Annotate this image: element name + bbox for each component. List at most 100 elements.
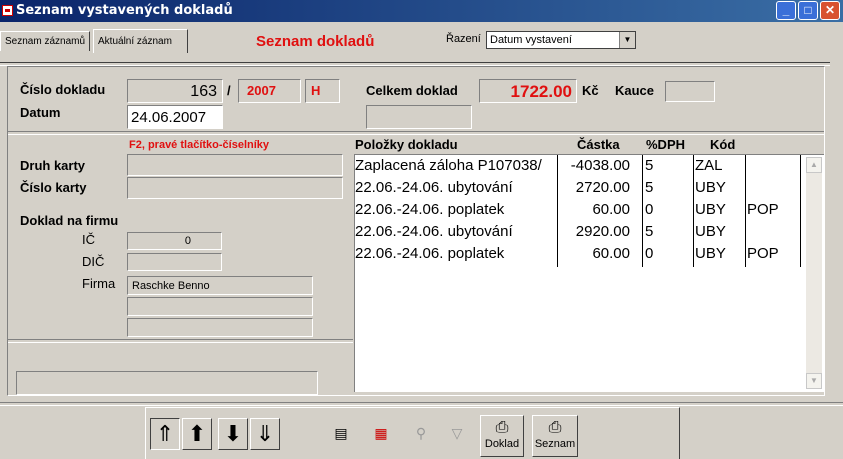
sort-label: Řazení <box>446 33 481 45</box>
company-name-field[interactable]: Raschke Benno <box>127 276 313 295</box>
date-field[interactable]: 24.06.2007 <box>127 105 223 129</box>
number-separator: / <box>227 83 231 98</box>
cell-code: UBY <box>695 223 726 240</box>
deposit-label: Kauce <box>615 83 655 98</box>
printer-icon: ⎙ <box>548 419 562 436</box>
cell-code2 <box>747 155 799 177</box>
chevron-down-icon[interactable]: ▼ <box>619 32 635 48</box>
ic-label: IČ <box>82 232 95 247</box>
close-button[interactable]: ✕ <box>820 1 840 20</box>
cell-code: UBY <box>695 201 726 218</box>
items-header: Položky dokladu Částka %DPH Kód <box>355 137 815 155</box>
cell-vat: 0 <box>645 201 654 218</box>
scroll-up-icon[interactable]: ▲ <box>806 157 822 173</box>
cell-description: 22.06.-24.06. poplatek <box>355 245 505 262</box>
cell-amount: -4038.00 <box>570 157 630 174</box>
edit-icon: ▤ <box>334 425 348 441</box>
previous-record-button[interactable]: ⬆ <box>182 418 212 450</box>
document-number-label: Číslo dokladu <box>20 82 106 97</box>
window-title: Seznam vystavených dokladů <box>16 3 233 18</box>
note-field[interactable] <box>16 371 318 395</box>
column-header-amount: Částka <box>577 137 620 152</box>
dic-field[interactable] <box>127 253 222 271</box>
binoculars-icon: ⚲ <box>415 425 427 441</box>
date-label: Datum <box>20 105 61 120</box>
cell-description: 22.06.-24.06. ubytování <box>355 179 513 196</box>
company-address-line-3[interactable] <box>127 318 313 337</box>
column-header-code: Kód <box>710 137 736 152</box>
search-button[interactable]: ⚲ <box>406 418 436 450</box>
card-number-label: Číslo karty <box>20 180 87 195</box>
currency-label: Kč <box>582 83 599 98</box>
app-icon <box>2 5 13 16</box>
cell-vat: 0 <box>645 245 654 262</box>
first-record-icon: ⇑ <box>155 421 175 446</box>
total-label: Celkem doklad <box>366 83 458 98</box>
sort-select[interactable]: Datum vystavení ▼ <box>486 31 636 49</box>
document-flag-field[interactable]: H <box>305 79 340 103</box>
column-divider <box>800 155 801 267</box>
filter-button[interactable]: ▽ <box>442 418 472 450</box>
toolbar-divider <box>0 402 843 406</box>
cell-amount: 2920.00 <box>575 223 630 240</box>
tab-current-record[interactable]: Aktuální záznam <box>93 29 188 53</box>
company-name-label: Firma <box>82 276 116 291</box>
scroll-down-icon[interactable]: ▼ <box>806 373 822 389</box>
print-document-label: Doklad <box>484 438 520 450</box>
last-record-icon: ⇓ <box>255 421 275 446</box>
document-number-field[interactable]: 163 <box>127 79 223 103</box>
print-document-button[interactable]: ⎙ Doklad <box>480 415 524 457</box>
navigation-toolbar: ⇑ ⬆ ⬇ ⇓ ▤ ▦ ⚲ ▽ ⎙ Doklad ⎙ Seznam <box>145 407 680 459</box>
section-divider <box>8 131 824 135</box>
column-header-vat: %DPH <box>646 137 686 152</box>
cell-description: 22.06.-24.06. ubytování <box>355 223 513 240</box>
card-number-field[interactable] <box>127 177 343 199</box>
cell-code2: POP <box>747 245 779 262</box>
cell-vat: 5 <box>645 157 654 174</box>
lookup-hint: F2, pravé tlačítko-číselníky <box>129 139 270 151</box>
cell-code: UBY <box>695 245 726 262</box>
cell-code2 <box>747 177 799 199</box>
vertical-scrollbar[interactable]: ▲ ▼ <box>806 157 822 389</box>
column-divider <box>642 155 643 267</box>
card-type-label: Druh karty <box>20 158 86 173</box>
delete-button[interactable]: ▦ <box>366 418 396 450</box>
cell-description: Zaplacená záloha P107038/ <box>355 157 542 174</box>
cell-description: 22.06.-24.06. poplatek <box>355 201 505 218</box>
dic-label: DIČ <box>82 254 105 269</box>
tab-record-list[interactable]: Seznam záznamů <box>0 31 90 51</box>
cell-code2 <box>747 221 799 243</box>
column-divider <box>693 155 694 267</box>
printer-icon: ⎙ <box>495 419 509 436</box>
print-list-label: Seznam <box>534 438 576 450</box>
column-divider <box>745 155 746 267</box>
cell-vat: 5 <box>645 223 654 240</box>
page-title: Seznam dokladů <box>256 33 375 50</box>
left-divider <box>8 339 353 343</box>
sort-select-value: Datum vystavení <box>490 34 572 46</box>
cell-code: UBY <box>695 179 726 196</box>
card-type-field[interactable] <box>127 154 343 176</box>
document-year-field[interactable]: 2007 <box>238 79 301 103</box>
deposit-field[interactable] <box>665 81 715 102</box>
minimize-button[interactable]: _ <box>776 1 796 20</box>
cell-code2: POP <box>747 201 779 218</box>
edit-button[interactable]: ▤ <box>326 418 356 450</box>
extra-field[interactable] <box>366 105 472 129</box>
cell-amount: 60.00 <box>592 201 630 218</box>
company-address-line-2[interactable] <box>127 297 313 316</box>
cell-vat: 5 <box>645 179 654 196</box>
maximize-button[interactable]: □ <box>798 1 818 20</box>
print-list-button[interactable]: ⎙ Seznam <box>532 415 578 457</box>
last-record-button[interactable]: ⇓ <box>250 418 280 450</box>
next-record-icon: ⬇ <box>223 421 243 446</box>
next-record-button[interactable]: ⬇ <box>218 418 248 450</box>
cell-code: ZAL <box>695 157 723 174</box>
filter-icon: ▽ <box>451 425 463 441</box>
delete-icon: ▦ <box>374 425 388 441</box>
cell-amount: 60.00 <box>592 245 630 262</box>
ic-field[interactable]: 0 <box>127 232 222 250</box>
first-record-button[interactable]: ⇑ <box>150 418 180 450</box>
company-section-label: Doklad na firmu <box>20 213 119 228</box>
items-grid[interactable]: Zaplacená záloha P107038/ -4038.00 5 ZAL… <box>354 154 824 392</box>
